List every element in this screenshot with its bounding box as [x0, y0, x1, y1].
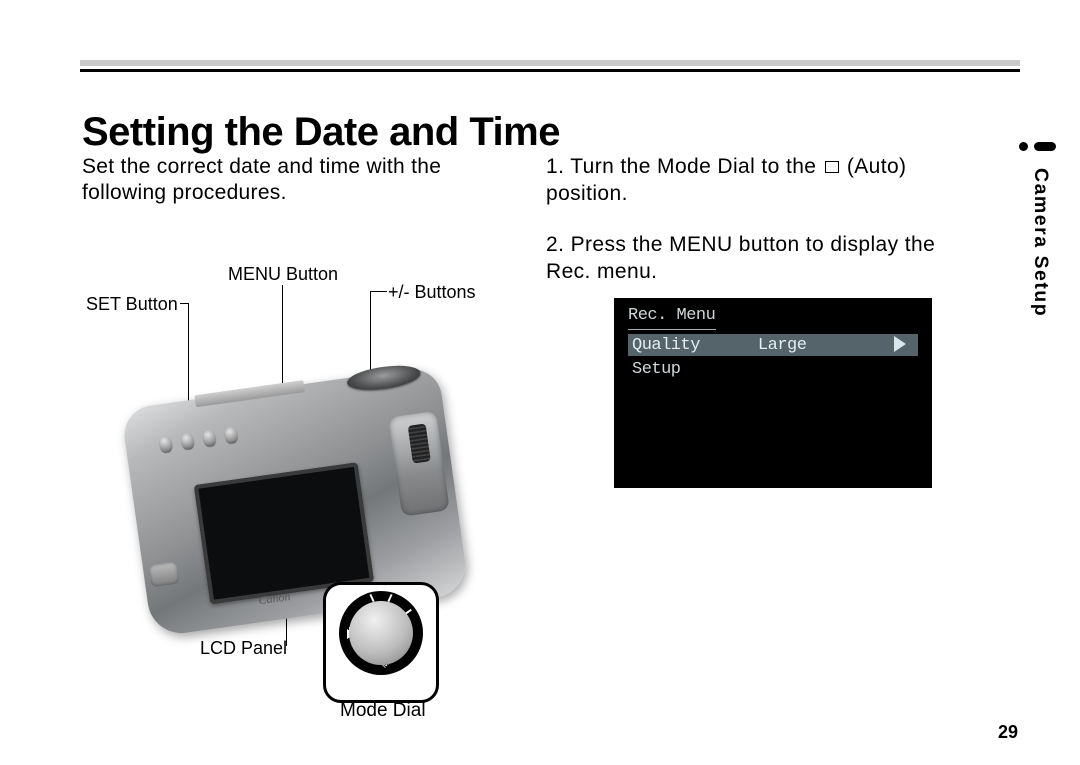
menu-quality-value: Large [758, 336, 807, 355]
intro-text: Set the correct date and time with the f… [82, 154, 462, 207]
menu-header: Rec. Menu [628, 306, 715, 325]
indicator-dot [1019, 142, 1028, 151]
camera-button-row [159, 416, 311, 465]
leader-line [180, 303, 188, 304]
step-2-number: 2. [546, 233, 564, 256]
camera-top-strip [194, 380, 305, 407]
camera-mode-dial-top [346, 362, 422, 394]
camera-plus-button [224, 426, 238, 444]
indicator-pill [1034, 142, 1056, 151]
mode-dial-closeup: P PLAY MULTI [323, 582, 439, 703]
label-menu-button: MENU Button [228, 264, 338, 285]
menu-quality-label: Quality [632, 336, 700, 355]
auto-mode-icon [825, 161, 839, 173]
step-2-text: Press the MENU button to display the Rec… [546, 233, 935, 283]
menu-row-quality: Quality Large [628, 334, 918, 356]
menu-header-underline [628, 329, 716, 330]
camera-corner-latch [149, 562, 180, 588]
step-1-number: 1. [546, 155, 564, 178]
mode-dial-inner [349, 601, 413, 665]
leader-line [370, 291, 387, 292]
camera-menu-button [181, 432, 195, 450]
lcd-menu-screenshot: Rec. Menu Quality Large Setup [614, 298, 932, 488]
camera-set-button [159, 435, 173, 453]
menu-row-setup: Setup [628, 358, 918, 380]
step-1-text-a: Turn the Mode Dial to the [570, 155, 822, 178]
page-number: 29 [998, 722, 1018, 743]
camera-brand-logo: Canon [258, 589, 292, 608]
side-tab-label: Camera Setup [1029, 168, 1052, 317]
step-2: 2. Press the MENU button to display the … [546, 232, 936, 286]
label-set-button: SET Button [86, 294, 178, 315]
section-indicator-dots [1019, 142, 1056, 151]
header-rule-black [80, 69, 1020, 72]
step-1: 1. Turn the Mode Dial to the (Auto) posi… [546, 154, 936, 208]
camera-minus-button [202, 429, 216, 447]
header-rule-gray [80, 60, 1020, 66]
label-mode-dial: Mode Dial [340, 700, 426, 722]
menu-setup-label: Setup [632, 360, 681, 379]
menu-selection-arrow-icon [894, 336, 906, 352]
label-plus-minus-buttons: +/- Buttons [388, 282, 476, 303]
page-title: Setting the Date and Time [82, 110, 560, 155]
